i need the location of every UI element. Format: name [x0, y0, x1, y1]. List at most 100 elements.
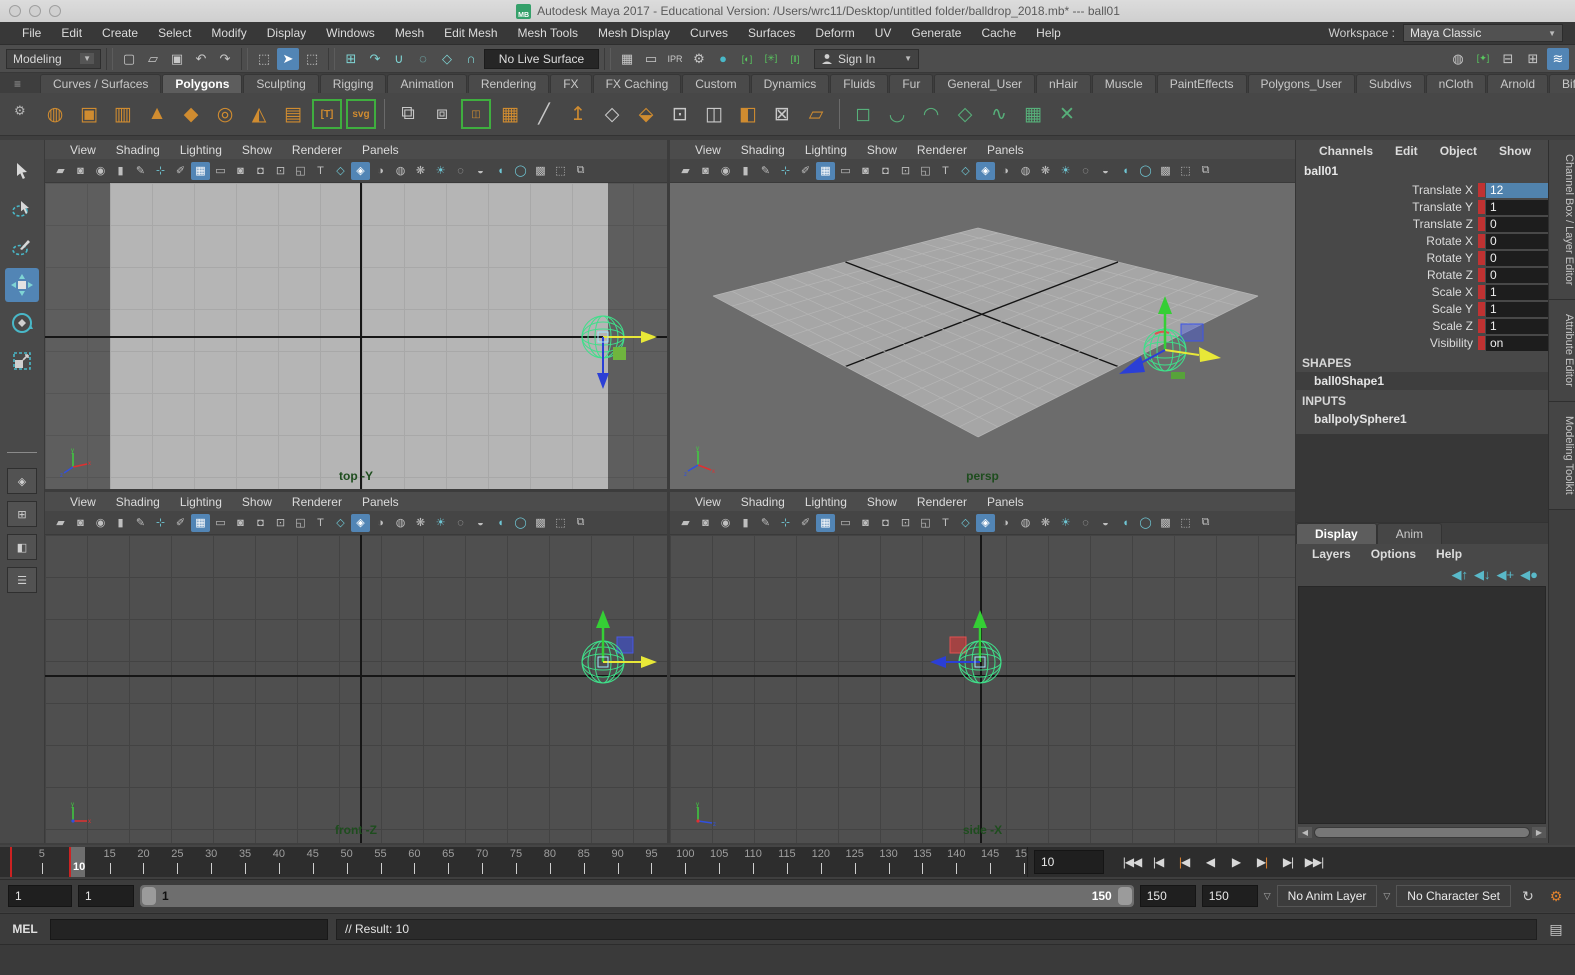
- image-plane-icon[interactable]: ✎: [131, 514, 150, 532]
- viewport-top-canvas[interactable]: yxz top -Y: [45, 183, 667, 489]
- 2d-pan-zoom-icon[interactable]: ⊹: [151, 514, 170, 532]
- textured-icon[interactable]: ◑: [371, 162, 390, 180]
- safe-action-icon[interactable]: ◱: [291, 162, 310, 180]
- shelf-tab-fx-caching[interactable]: FX Caching: [593, 74, 682, 93]
- select-camera-icon[interactable]: ▰: [676, 162, 695, 180]
- hypershade-icon[interactable]: ●: [712, 48, 734, 70]
- channel-value-translate-z[interactable]: 0: [1486, 217, 1548, 232]
- image-plane-icon[interactable]: ✎: [131, 162, 150, 180]
- shelf-tab-subdivs[interactable]: Subdivs: [1356, 74, 1425, 93]
- tool-settings-toggle-icon[interactable]: ⊞: [1522, 48, 1544, 70]
- outliner-layout-button[interactable]: ☰: [7, 567, 37, 593]
- shelf-tab-polygons[interactable]: Polygons: [162, 74, 242, 93]
- use-all-lights-icon[interactable]: ◍: [391, 162, 410, 180]
- camera-attributes-icon[interactable]: ◉: [716, 162, 735, 180]
- channel-box-menu-channels[interactable]: Channels: [1310, 144, 1382, 158]
- channel-box-menu-show[interactable]: Show: [1490, 144, 1540, 158]
- play-backwards-button[interactable]: ◀: [1198, 850, 1222, 874]
- viewport-persp-canvas[interactable]: yxz persp: [670, 183, 1295, 489]
- pane-layout-icon[interactable]: ⧉: [571, 514, 590, 532]
- range-track[interactable]: 1 150: [140, 885, 1134, 907]
- xray-icon[interactable]: ▩: [531, 162, 550, 180]
- motion-blur-icon[interactable]: ◌: [451, 514, 470, 532]
- gate-mask-icon[interactable]: ◘: [251, 162, 270, 180]
- select-tool-vp-icon[interactable]: ⬚: [1176, 514, 1195, 532]
- animation-end-field[interactable]: [1202, 885, 1258, 907]
- select-tool-vp-icon[interactable]: ⬚: [551, 514, 570, 532]
- channel-value-rotate-y[interactable]: 0: [1486, 251, 1548, 266]
- field-chart-icon[interactable]: ⊡: [896, 162, 915, 180]
- x-axis-handle[interactable]: [641, 331, 657, 343]
- shelf-tab-custom[interactable]: Custom: [682, 74, 749, 93]
- channel-value-translate-x[interactable]: 12: [1486, 183, 1548, 198]
- project-curve-icon[interactable]: ⊠: [767, 99, 797, 129]
- shelf-tab-ncloth[interactable]: nCloth: [1426, 74, 1487, 93]
- multisample-icon[interactable]: ◒: [1096, 162, 1115, 180]
- xray-icon[interactable]: ▩: [531, 514, 550, 532]
- safe-title-icon[interactable]: T: [311, 162, 330, 180]
- open-scene-icon[interactable]: ▱: [142, 48, 164, 70]
- insert-edge-loop-icon[interactable]: ◫: [699, 99, 729, 129]
- attribute-editor-toggle-icon[interactable]: ⊟: [1497, 48, 1519, 70]
- multisample-icon[interactable]: ◒: [471, 162, 490, 180]
- xz-plane-handle[interactable]: [1171, 372, 1185, 379]
- zoom-window-button[interactable]: [49, 5, 61, 17]
- depth-of-field-icon[interactable]: ◖: [491, 514, 510, 532]
- menu-uv[interactable]: UV: [865, 22, 902, 45]
- poly-sphere-icon[interactable]: ◍: [40, 99, 70, 129]
- channel-box-menu-object[interactable]: Object: [1431, 144, 1486, 158]
- new-layer-selected-icon[interactable]: ◀●: [1520, 567, 1538, 583]
- redo-icon[interactable]: ↷: [214, 48, 236, 70]
- automatic-uv-icon[interactable]: ◇: [950, 99, 980, 129]
- vp-menu-shading[interactable]: Shading: [732, 143, 794, 157]
- auto-keyframe-toggle-icon[interactable]: ↻: [1517, 888, 1539, 905]
- isolate-select-icon[interactable]: ◯: [1136, 514, 1155, 532]
- shaded-icon[interactable]: ◈: [351, 514, 370, 532]
- hscroll-thumb[interactable]: [1315, 828, 1529, 837]
- move-tool[interactable]: [5, 268, 39, 302]
- isolate-select-icon[interactable]: ◯: [511, 514, 530, 532]
- poly-cylinder-icon[interactable]: ▥: [108, 99, 138, 129]
- shape-node[interactable]: ball0Shape1: [1296, 372, 1548, 390]
- single-pane-layout-button[interactable]: ◈: [7, 468, 37, 494]
- layer-menu-options[interactable]: Options: [1363, 547, 1424, 561]
- 2d-pan-zoom-icon[interactable]: ⊹: [151, 162, 170, 180]
- menu-edit[interactable]: Edit: [51, 22, 92, 45]
- make-live-icon[interactable]: ∩: [460, 48, 482, 70]
- chevron-down-icon[interactable]: ▽: [1383, 891, 1390, 902]
- gear-icon[interactable]: ⚙: [14, 103, 26, 119]
- vp-menu-panels[interactable]: Panels: [353, 143, 408, 157]
- shelf-tab-general-user[interactable]: General_User: [934, 74, 1035, 93]
- shelf-tab-fx[interactable]: FX: [550, 74, 591, 93]
- light-editor-icon[interactable]: [◐]: [736, 48, 758, 70]
- menu-file[interactable]: File: [12, 22, 51, 45]
- vp-menu-show[interactable]: Show: [858, 495, 906, 509]
- four-pane-layout-button[interactable]: ⊞: [7, 501, 37, 527]
- field-chart-icon[interactable]: ⊡: [271, 514, 290, 532]
- film-gate-icon[interactable]: ▭: [836, 514, 855, 532]
- layer-hscrollbar[interactable]: ◀ ▶: [1298, 826, 1546, 839]
- lock-camera-icon[interactable]: ◙: [696, 162, 715, 180]
- bevel-icon[interactable]: ⬙: [631, 99, 661, 129]
- ao-icon[interactable]: ☀: [1056, 162, 1075, 180]
- camera-attributes-icon[interactable]: ◉: [716, 514, 735, 532]
- shelf-tab-rigging[interactable]: Rigging: [320, 74, 387, 93]
- multisample-icon[interactable]: ◒: [1096, 514, 1115, 532]
- play-forwards-button[interactable]: ▶: [1224, 850, 1248, 874]
- shelf-tab-sculpting[interactable]: Sculpting: [243, 74, 318, 93]
- select-component-icon[interactable]: ⬚: [301, 48, 323, 70]
- playblast-icon[interactable]: [‖]: [784, 48, 806, 70]
- y-axis-handle[interactable]: [973, 610, 987, 628]
- cylindrical-uv-icon[interactable]: ◡: [882, 99, 912, 129]
- range-start-handle[interactable]: [142, 887, 156, 905]
- persp-outliner-layout-button[interactable]: ◧: [7, 534, 37, 560]
- undo-icon[interactable]: ↶: [190, 48, 212, 70]
- textured-icon[interactable]: ◑: [996, 514, 1015, 532]
- scroll-left-icon[interactable]: ◀: [1298, 827, 1312, 838]
- poly-pyramid-icon[interactable]: ◭: [244, 99, 274, 129]
- minimize-window-button[interactable]: [29, 5, 41, 17]
- extract-icon[interactable]: ◫: [461, 99, 491, 129]
- select-tool-vp-icon[interactable]: ⬚: [1176, 162, 1195, 180]
- use-all-lights-icon[interactable]: ◍: [1016, 514, 1035, 532]
- go-to-end-button[interactable]: ▶▶|: [1302, 850, 1326, 874]
